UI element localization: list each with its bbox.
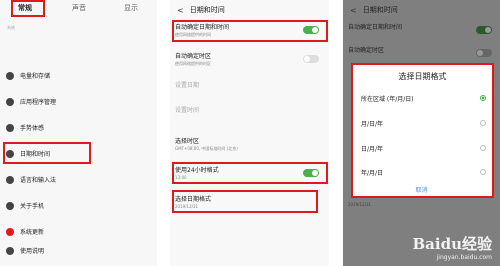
setting-title: 选择时区 (175, 138, 200, 145)
radio-unselected[interactable] (480, 169, 486, 175)
settings-item-about-phone[interactable]: 关于手机 (6, 198, 151, 213)
highlight-24-hour (172, 162, 328, 184)
highlight-date-time (3, 142, 91, 164)
radio-unselected[interactable] (480, 145, 486, 151)
setting-set-date: 设置日期 (175, 81, 325, 90)
update-icon (6, 227, 14, 236)
settings-item-label: 语言和输入法 (20, 177, 57, 184)
auto-date-time-toggle (476, 26, 492, 34)
watermark-url: jingyan.baidu.com (436, 254, 492, 261)
setting-subtitle: GMT+08:00, 中国标准时间 (北京) (175, 146, 238, 151)
highlight-tab-general (11, 0, 45, 17)
setting-set-time: 设置时间 (175, 106, 325, 115)
settings-item-battery-storage[interactable]: 电量和存储 (6, 68, 151, 83)
back-icon[interactable]: < (177, 6, 184, 15)
option-label: 日/月/年 (361, 145, 384, 153)
setting-title: 设置时间 (175, 107, 200, 114)
language-icon (6, 175, 14, 184)
watermark: Baidu经验 jingyan.baidu.com (413, 233, 493, 261)
apps-icon (6, 97, 14, 106)
page-title: 日期和时间 (362, 6, 398, 14)
phone-icon (6, 201, 14, 210)
radio-unselected[interactable] (480, 120, 486, 126)
settings-item-label: 应用程序管理 (20, 99, 57, 106)
bottom-row: 2019/12/31 (348, 202, 498, 208)
setting-subtitle: 2019/12/31 (348, 202, 372, 207)
gesture-icon (6, 123, 14, 132)
settings-item-label: 系统更新 (20, 229, 45, 236)
back-icon[interactable]: < (350, 6, 357, 15)
page-title: 日期和时间 (189, 6, 225, 14)
settings-item-system-update[interactable]: 系统更新 (6, 224, 151, 239)
option-label: 年/月/日 (361, 169, 384, 177)
help-icon (6, 246, 14, 255)
setting-select-timezone[interactable]: 选择时区 GMT+08:00, 中国标准时间 (北京) (175, 137, 325, 152)
format-option-mdy[interactable]: 月/日/年 (361, 117, 486, 129)
settings-item-label: 手势体感 (20, 125, 45, 132)
highlight-date-format (172, 190, 318, 213)
settings-panel: 常规 声音 显示 系统 电量和存储 应用程序管理 手势体感 日期和时间 语言和输… (0, 0, 157, 266)
setting-auto-timezone: 自动确定时区 (348, 46, 498, 57)
auto-timezone-toggle[interactable] (303, 55, 319, 63)
option-label: 所在区域 (年/月/日) (361, 95, 414, 103)
setting-title: 设置日期 (175, 82, 200, 89)
settings-item-label: 电量和存储 (20, 73, 51, 80)
header: < 日期和时间 (343, 0, 500, 20)
highlight-auto-date-time (172, 20, 328, 42)
settings-item-app-management[interactable]: 应用程序管理 (6, 94, 151, 109)
setting-auto-date-time: 自动确定日期和时间 (348, 23, 498, 34)
settings-item-label: 关于手机 (20, 203, 45, 210)
date-time-panel: < 日期和时间 自动确定日期和时间 使用网络提供的时间 自动确定时区 使用网络提… (170, 0, 329, 266)
section-label: 系统 (7, 25, 15, 30)
settings-item-instructions[interactable]: 使用说明 (6, 243, 151, 258)
baidu-logo: Baidu经验 (412, 235, 493, 253)
header: < 日期和时间 (170, 0, 329, 20)
battery-icon (6, 71, 14, 80)
dialog-title: 选择日期格式 (398, 72, 447, 81)
option-label: 月/日/年 (361, 120, 384, 128)
settings-item-language-input[interactable]: 语言和输入法 (6, 172, 151, 187)
setting-auto-timezone[interactable]: 自动确定时区 使用网络提供的时区 (175, 52, 325, 67)
date-format-dialog-panel: < 日期和时间 自动确定日期和时间 自动确定时区 选择日期格式 所在区域 (年/… (343, 0, 500, 266)
date-format-dialog: 选择日期格式 所在区域 (年/月/日) 月/日/年 日/月/年 年/月/日 (351, 63, 494, 198)
cancel-button[interactable]: 取消 (343, 185, 500, 194)
auto-timezone-toggle (476, 49, 492, 57)
format-option-region[interactable]: 所在区域 (年/月/日) (361, 92, 486, 104)
format-option-dmy[interactable]: 日/月/年 (361, 142, 486, 154)
radio-selected[interactable] (480, 95, 486, 101)
format-option-ymd[interactable]: 年/月/日 (361, 166, 486, 178)
setting-subtitle: 使用网络提供的时区 (175, 61, 211, 66)
tab-sound[interactable]: 声音 (72, 3, 86, 13)
tab-display[interactable]: 显示 (124, 3, 138, 13)
settings-item-gestures[interactable]: 手势体感 (6, 120, 151, 135)
settings-item-label: 使用说明 (20, 248, 45, 255)
